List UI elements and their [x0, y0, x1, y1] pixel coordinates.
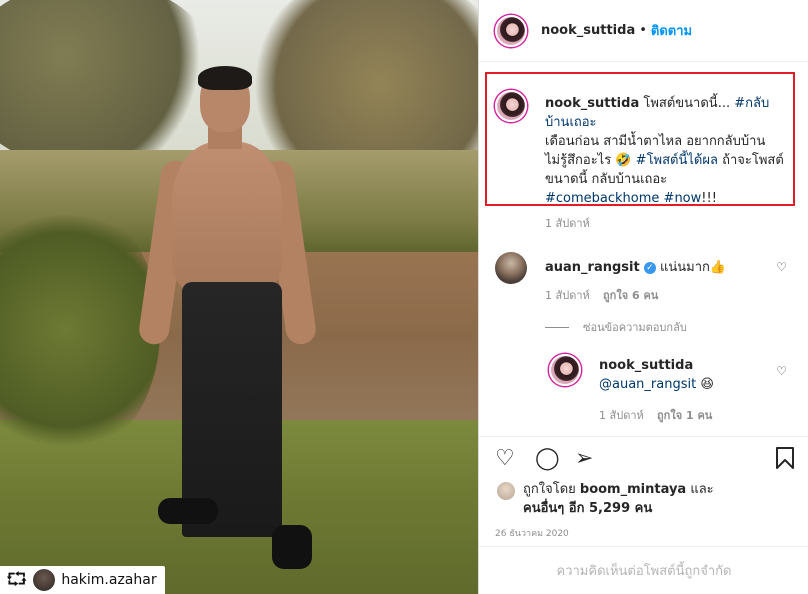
person-shoe-right [272, 525, 312, 569]
comment-body: แน่นมาก👍 [655, 260, 727, 275]
person-torso [172, 142, 282, 292]
like-icon[interactable]: ♡ [495, 447, 515, 471]
liker-avatar[interactable] [497, 482, 515, 500]
hashtag-link[interactable]: #โพสต์นี้ได้ผล [636, 153, 718, 168]
comment-icon[interactable]: ◯ [535, 447, 560, 471]
repost-badge[interactable]: ⮔ hakim.azahar [0, 566, 165, 594]
caption-username[interactable]: nook_suttida [545, 96, 639, 111]
follow-button[interactable]: ติดตาม [651, 20, 692, 41]
post-actions-bar: ♡ ◯ ➢ [479, 436, 808, 482]
caption-timestamp[interactable]: 1 สัปดาห์ [545, 214, 590, 232]
comment-text: auan_rangsit ✓ แน่นมาก👍 [545, 258, 765, 277]
hashtag-link[interactable]: #comebackhome [545, 191, 659, 206]
others-likes-link[interactable]: คนอื่นๆ อีก 5,299 คน [523, 501, 652, 516]
comment-likes-count[interactable]: ถูกใจ 6 คน [603, 286, 658, 304]
hashtag-link[interactable]: #now [664, 191, 702, 206]
commenter-username[interactable]: auan_rangsit [545, 260, 640, 275]
reply-text: nook_suttida @auan_rangsit 😆 [599, 356, 769, 394]
reply-timestamp[interactable]: 1 สัปดาห์ [599, 406, 644, 424]
caption-text: nook_suttida โพสต์ขนาดนี้... #กลับบ้านเถ… [545, 94, 785, 208]
hide-replies-label: ซ่อนข้อความตอบกลับ [583, 321, 687, 334]
person-shoe-left [158, 498, 218, 524]
caption-avatar[interactable] [495, 90, 527, 122]
post-side-panel: nook_suttida • ติดตาม nook_suttida โพสต์… [478, 0, 808, 594]
likes-text: ถูกใจโดย boom_mintaya และ คนอื่นๆ อีก 5,… [523, 480, 714, 518]
post-date: 26 ธันวาคม 2020 [495, 529, 569, 539]
repost-username[interactable]: hakim.azahar [61, 572, 156, 588]
share-icon[interactable]: ➢ [575, 447, 593, 471]
repost-avatar [33, 569, 56, 591]
replies-divider-line [545, 326, 569, 328]
reply-username[interactable]: nook_suttida [599, 358, 693, 373]
author-username[interactable]: nook_suttida [541, 23, 635, 38]
header-separator: • [639, 23, 647, 38]
author-avatar[interactable] [495, 14, 527, 47]
likes-middle: และ [686, 482, 714, 497]
comment-timestamp[interactable]: 1 สัปดาห์ [545, 286, 590, 304]
caption-text-1: โพสต์ขนาดนี้... [643, 96, 735, 111]
commenter-avatar[interactable] [495, 252, 527, 284]
likes-summary: ถูกใจโดย boom_mintaya และ คนอื่นๆ อีก 5,… [497, 480, 797, 518]
post-header: nook_suttida • ติดตาม [479, 0, 808, 62]
comments-limited-notice: ความคิดเห็นต่อโพสต์นี้ถูกจำกัด [479, 546, 808, 594]
reply-likes-count[interactable]: ถูกใจ 1 คน [657, 406, 712, 424]
caption-text-4: !!! [701, 191, 717, 206]
reply-avatar[interactable] [549, 354, 581, 386]
mention-link[interactable]: @auan_rangsit [599, 377, 696, 392]
comment-like-heart-icon[interactable]: ♡ [776, 260, 787, 274]
likes-prefix: ถูกใจโดย [523, 482, 580, 497]
verified-badge-icon: ✓ [643, 261, 656, 274]
bookmark-icon[interactable] [775, 447, 795, 475]
repost-icon: ⮔ [6, 569, 28, 590]
hide-replies-toggle[interactable]: ซ่อนข้อความตอบกลับ [545, 318, 687, 336]
reply-emoji: 😆 [696, 377, 714, 392]
post-photo[interactable]: ⮔ hakim.azahar [0, 0, 478, 594]
photo-person [137, 66, 320, 580]
liker-username[interactable]: boom_mintaya [580, 482, 686, 497]
person-hair [198, 66, 252, 90]
reply-like-heart-icon[interactable]: ♡ [776, 364, 787, 378]
